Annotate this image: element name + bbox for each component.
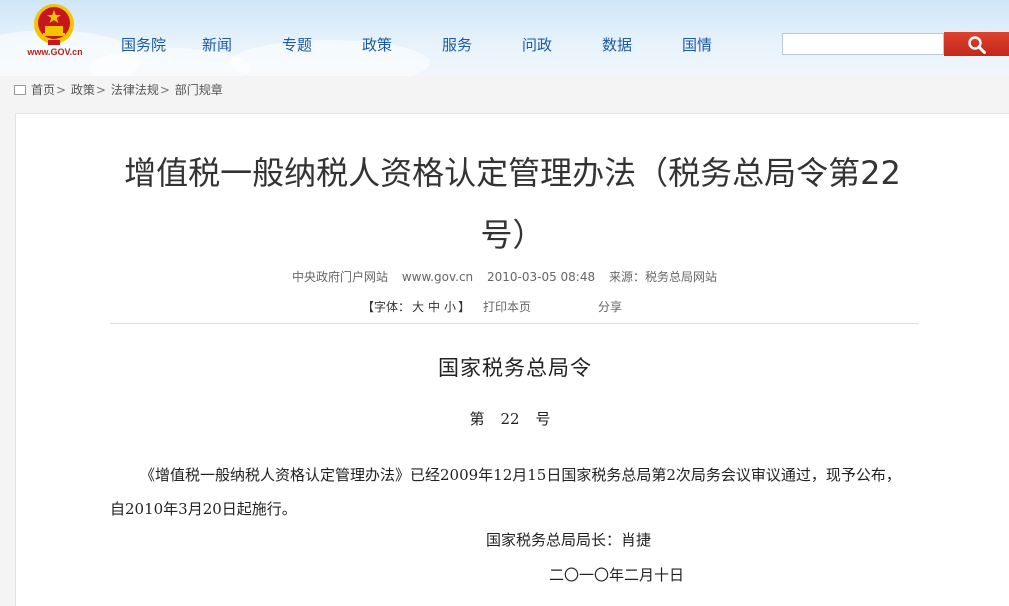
decree-number: 第 22 号	[0, 408, 1009, 429]
article-title: 增值税一般纳税人资格认定管理办法（税务总局令第22号）	[124, 154, 901, 254]
font-size-small[interactable]: 小	[444, 300, 456, 314]
decree-number-value: 22	[500, 410, 520, 428]
article-body: 《增值税一般纳税人资格认定管理办法》已经2009年12月15日国家税务总局第2次…	[110, 466, 901, 518]
nav-item-national-info[interactable]: 国情	[682, 34, 712, 55]
search-icon	[967, 36, 986, 54]
site-header: www.GOV.cn 国务院 新闻 专题 政策 服务 问政 数据 国情	[0, 0, 1009, 76]
search-input[interactable]	[782, 33, 944, 55]
breadcrumb-dept-rules[interactable]: 部门规章	[175, 83, 223, 97]
font-size-prefix: 【字体：	[362, 300, 411, 314]
meta-source: 税务总局网站	[644, 270, 717, 284]
site-logo-text: www.GOV.cn	[27, 47, 83, 57]
font-size-selector: 【字体：大中小】	[362, 298, 470, 315]
breadcrumb-laws[interactable]: 法律法规	[111, 83, 159, 97]
font-size-suffix: 】	[458, 300, 471, 314]
nav-item-state-council[interactable]: 国务院	[121, 34, 166, 55]
header-cloud	[230, 40, 430, 76]
nav-item-data[interactable]: 数据	[602, 34, 632, 55]
font-size-large[interactable]: 大	[412, 300, 424, 314]
signature-date: 二〇一〇年二月十日	[549, 566, 685, 584]
decree-heading: 国家税务总局令	[438, 356, 592, 380]
signature: 国家税务总局局长：肖捷	[486, 531, 652, 549]
meta-site: www.gov.cn	[401, 270, 474, 284]
meta-publisher: 中央政府门户网站	[292, 270, 389, 284]
nav-item-inquiry[interactable]: 问政	[522, 34, 552, 55]
decree-number-prefix: 第	[469, 410, 485, 428]
breadcrumb-policy[interactable]: 政策	[71, 83, 95, 97]
decree-number-suffix: 号	[535, 410, 551, 428]
meta-source-label: 来源：	[608, 270, 645, 284]
nav-item-services[interactable]: 服务	[442, 34, 472, 55]
search-button[interactable]	[944, 32, 1009, 56]
font-size-medium[interactable]: 中	[428, 300, 440, 314]
article-meta: 中央政府门户网站 www.gov.cn 2010-03-05 08:48 来源：…	[0, 268, 1009, 285]
breadcrumb-home[interactable]: 首页	[31, 83, 55, 97]
national-emblem-icon[interactable]	[30, 2, 78, 46]
breadcrumb-separator: >	[159, 83, 170, 97]
meta-datetime: 2010-03-05 08:48	[486, 270, 596, 284]
nav-item-policy[interactable]: 政策	[362, 34, 392, 55]
share-link[interactable]: 分享	[598, 298, 622, 315]
nav-item-news[interactable]: 新闻	[202, 34, 232, 55]
divider	[110, 323, 918, 324]
print-link[interactable]: 打印本页	[483, 298, 531, 315]
breadcrumb-separator: >	[95, 83, 106, 97]
nav-item-topics[interactable]: 专题	[282, 34, 312, 55]
home-icon	[14, 85, 26, 95]
breadcrumb: 首页> 政策> 法律法规> 部门规章	[14, 81, 223, 97]
breadcrumb-separator: >	[56, 83, 67, 97]
